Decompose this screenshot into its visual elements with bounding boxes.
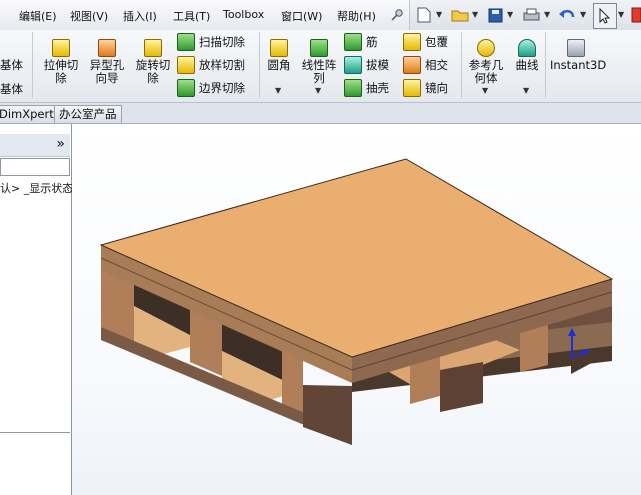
mirror-icon [403, 79, 421, 97]
intersect-label: 相交 [425, 58, 448, 72]
menu-edit[interactable]: 编辑(E) [19, 8, 57, 24]
chevron-down-icon[interactable]: ▼ [472, 10, 478, 19]
menu-toolbox[interactable]: Toolbox [223, 8, 264, 21]
draft-button[interactable]: 拔模 [344, 56, 389, 74]
options-icon[interactable] [630, 5, 641, 25]
linear-pattern-icon [310, 39, 328, 57]
panel-divider [0, 432, 70, 433]
select-cursor-icon[interactable] [593, 3, 617, 29]
extruded-cut-button[interactable]: 拉伸切 除 [41, 39, 81, 85]
revolved-base-label[interactable]: 基体 [0, 81, 23, 97]
menu-bar: 编辑(E) 视图(V) 插入(I) 工具(T) Toolbox 窗口(W) 帮助… [0, 0, 641, 31]
command-manager-ribbon: 基体 基体 拉伸切 除 异型孔 向导 旋转切 除 扫描切除 放样切割 边界切除 … [0, 30, 641, 103]
revolved-cut-icon [144, 39, 162, 57]
menu-window[interactable]: 窗口(W) [281, 8, 322, 24]
lofted-cut-icon [177, 56, 195, 74]
expand-panel-icon[interactable]: » [56, 136, 65, 152]
draft-label: 拔模 [366, 58, 389, 72]
menu-insert[interactable]: 插入(I) [123, 8, 157, 24]
boundary-cut-label: 边界切除 [199, 81, 245, 95]
extruded-base-label[interactable]: 基体 [0, 57, 23, 73]
revolved-cut-label: 旋转切 除 [135, 58, 171, 85]
pallet-front-block [303, 385, 352, 445]
pallet-front-block [440, 362, 483, 412]
ribbon-separator [461, 32, 462, 98]
undo-icon[interactable] [557, 5, 577, 25]
curves-icon [518, 39, 536, 57]
menu-tools[interactable]: 工具(T) [173, 8, 210, 24]
pallet-model [99, 158, 614, 445]
boundary-cut-icon [177, 79, 195, 97]
ribbon-separator [545, 32, 546, 98]
linear-pattern-button[interactable]: 线性阵 列 [299, 39, 339, 85]
instant3d-button[interactable]: Instant3D [550, 39, 607, 72]
curves-button[interactable]: 曲线 [512, 39, 542, 72]
lofted-cut-button[interactable]: 放样切割 [177, 56, 245, 74]
rib-icon [344, 33, 362, 51]
instant3d-icon [567, 39, 585, 57]
intersect-icon [403, 56, 421, 74]
menu-view[interactable]: 视图(V) [70, 8, 108, 24]
chevron-down-icon[interactable]: ▼ [618, 10, 624, 19]
chevron-down-icon[interactable]: ▼ [580, 10, 586, 19]
shell-label: 抽壳 [366, 81, 389, 95]
rib-label: 筋 [366, 35, 378, 49]
tree-item-display-state[interactable]: 认> _显示状态 [0, 180, 73, 196]
wrap-button[interactable]: 包覆 [403, 33, 448, 51]
hole-wizard-icon [98, 39, 116, 57]
menu-help[interactable]: 帮助(H) [337, 8, 376, 24]
graphics-viewport[interactable]: ⊗ [72, 124, 641, 495]
shell-icon [344, 79, 362, 97]
rib-button[interactable]: 筋 [344, 33, 378, 51]
chevron-down-icon[interactable]: ▼ [544, 10, 550, 19]
chevron-down-icon[interactable]: ▼ [507, 10, 513, 19]
linear-pattern-label: 线性阵 列 [301, 58, 337, 85]
chevron-down-icon[interactable]: ▼ [315, 86, 321, 95]
intersect-button[interactable]: 相交 [403, 56, 448, 74]
extruded-cut-icon [52, 39, 70, 57]
chevron-down-icon[interactable]: ▼ [482, 86, 488, 95]
mirror-button[interactable]: 镜向 [403, 79, 448, 97]
command-tab-strip: DimXpert 办公室产品 [0, 103, 641, 124]
reference-geometry-label: 参考几 何体 [468, 58, 504, 85]
open-folder-icon[interactable] [450, 5, 470, 25]
reference-geometry-button[interactable]: 参考几 何体 [466, 39, 506, 85]
swept-cut-button[interactable]: 扫描切除 [177, 33, 245, 51]
chevron-down-icon[interactable]: ▼ [436, 10, 442, 19]
hole-wizard-label: 异型孔 向导 [89, 58, 125, 85]
curves-label: 曲线 [515, 58, 539, 72]
instant3d-label: Instant3D [550, 58, 607, 72]
fillet-icon [270, 39, 288, 57]
new-document-icon[interactable] [415, 5, 433, 25]
mirror-label: 镜向 [425, 81, 448, 95]
viewport-pin-icon[interactable]: ⊗ [630, 124, 639, 125]
extruded-cut-label: 拉伸切 除 [43, 58, 79, 85]
draft-icon [344, 56, 362, 74]
print-icon[interactable] [521, 5, 541, 25]
fillet-button[interactable]: 圆角 [264, 39, 294, 72]
ribbon-separator [259, 32, 260, 98]
save-icon[interactable] [486, 5, 504, 25]
fillet-label: 圆角 [267, 58, 291, 72]
pin-icon[interactable] [389, 5, 405, 25]
chevron-down-icon[interactable]: ▼ [523, 86, 529, 95]
panel-header: » [0, 134, 70, 157]
wrap-icon [403, 33, 421, 51]
feature-manager-panel: » 认> _显示状态 [0, 124, 73, 495]
tab-office-products[interactable]: 办公室产品 [54, 105, 122, 123]
swept-cut-icon [177, 33, 195, 51]
lofted-cut-label: 放样切割 [199, 58, 245, 72]
hole-wizard-button[interactable]: 异型孔 向导 [87, 39, 127, 85]
ribbon-separator [32, 32, 33, 98]
boundary-cut-button[interactable]: 边界切除 [177, 79, 245, 97]
shell-button[interactable]: 抽壳 [344, 79, 389, 97]
tab-dimxpert[interactable]: DimXpert [0, 105, 59, 123]
filter-input[interactable] [0, 158, 70, 176]
reference-geometry-icon [477, 39, 495, 57]
revolved-cut-button[interactable]: 旋转切 除 [133, 39, 173, 85]
chevron-down-icon[interactable]: ▼ [275, 86, 281, 95]
swept-cut-label: 扫描切除 [199, 35, 245, 49]
wrap-label: 包覆 [425, 35, 448, 49]
